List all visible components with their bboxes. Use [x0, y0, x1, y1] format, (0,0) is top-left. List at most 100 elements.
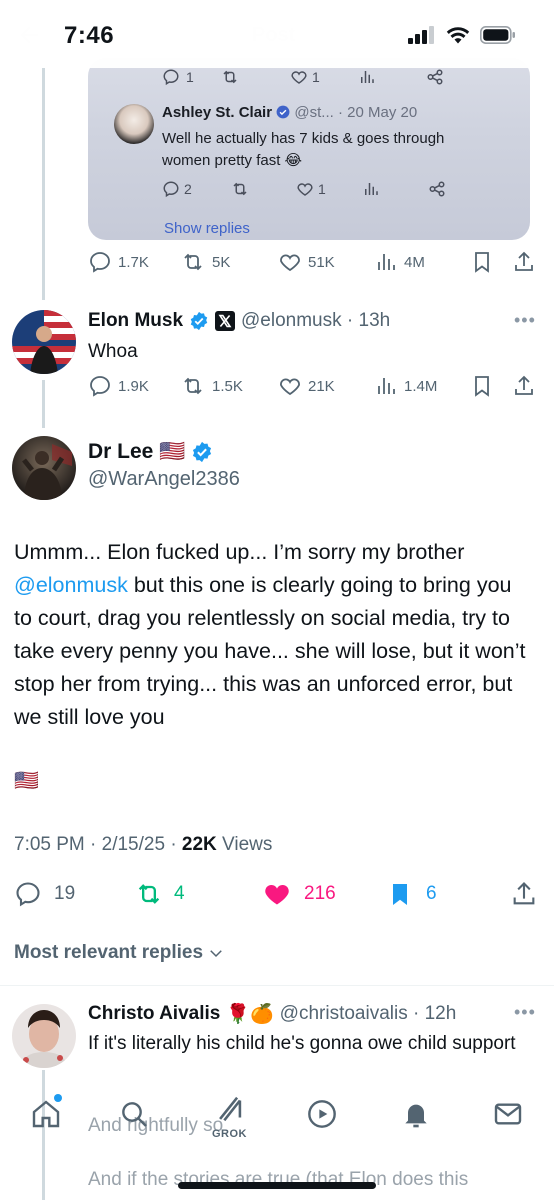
search-tab[interactable]: [118, 1098, 150, 1135]
reply-icon: [90, 376, 110, 397]
reply-text: If it's literally his child he's gonna o…: [88, 1033, 516, 1054]
more-options-icon[interactable]: •••: [514, 1002, 536, 1023]
reply-button[interactable]: 19: [14, 880, 75, 908]
retweet-button[interactable]: 1.5K: [180, 374, 243, 398]
bookmark-filled-icon: [393, 884, 407, 905]
quoted-reply-stat: 2: [162, 180, 192, 198]
battery-icon: [480, 26, 515, 44]
reply-header: Christo Aivalis 🌹🍊 @christoaivalis · 12h: [88, 1002, 456, 1026]
reply-count: 19: [54, 883, 76, 904]
like-button[interactable]: 51K: [278, 250, 335, 274]
quoted-author-row: Ashley St. Clair @st... · 20 May 20: [162, 104, 417, 121]
views-chart-icon: [365, 183, 378, 195]
quoted-text: Well he actually has 7 kids & goes throu…: [162, 130, 445, 169]
thread-line: [42, 380, 45, 428]
replies-sort-dropdown[interactable]: Most relevant replies: [14, 942, 225, 964]
cellular-signal-icon: [408, 26, 434, 44]
quoted-top-share-stat: [426, 68, 444, 86]
retweet-count: 1.5K: [212, 377, 243, 395]
views-button[interactable]: 4M: [374, 250, 425, 274]
reply-author-emoji: 🌹🍊: [226, 1004, 274, 1025]
share-nodes-icon: [429, 181, 445, 197]
heart-icon: [291, 71, 307, 84]
quoted-top-retweet-stat: [220, 68, 240, 86]
verified-badge-icon: [276, 105, 290, 119]
quoted-show-replies-link: Show replies: [164, 220, 250, 237]
notifications-tab[interactable]: [400, 1098, 432, 1135]
elon-handle-time: @elonmusk · 13h: [241, 310, 391, 331]
messages-tab[interactable]: [492, 1098, 524, 1135]
home-icon: [32, 1100, 60, 1128]
dr-lee-avatar[interactable]: [12, 436, 76, 500]
reply-button[interactable]: 1.9K: [88, 374, 149, 398]
share-button[interactable]: [510, 880, 538, 908]
retweet-icon: [233, 182, 247, 196]
reply-author-name[interactable]: Christo Aivalis: [88, 1003, 220, 1025]
envelope-icon: [494, 1103, 522, 1125]
bottom-navigation: [0, 1088, 554, 1148]
like-button[interactable]: 216: [262, 880, 336, 908]
thread-line: [42, 68, 45, 300]
quoted-author-name: Ashley St. Clair: [162, 104, 273, 121]
grok-tab[interactable]: [212, 1092, 248, 1131]
bookmark-count: 6: [426, 883, 437, 904]
quoted-author-handle: @st...: [294, 104, 334, 121]
share-button[interactable]: [512, 374, 536, 398]
like-button[interactable]: 21K: [278, 374, 335, 398]
home-tab[interactable]: [30, 1098, 62, 1135]
retweet-icon: [138, 884, 160, 904]
x-logo-icon: [215, 311, 236, 331]
main-text-part-1: Ummm... Elon fucked up... I’m sorry my b…: [14, 540, 465, 564]
replies-sort-label: Most relevant replies: [14, 942, 204, 963]
grok-icon: [219, 1096, 242, 1122]
reply-icon: [163, 69, 179, 86]
bookmark-button[interactable]: [470, 374, 494, 398]
parent-tweet-actions: 1.7K 5K 51K 4M: [88, 250, 540, 280]
main-author-handle[interactable]: @WarAngel2386: [88, 468, 240, 491]
bookmark-button[interactable]: 6: [388, 880, 437, 908]
reply-button[interactable]: 1.7K: [88, 250, 149, 274]
quoted-top-views-stat: [358, 68, 376, 86]
retweet-button[interactable]: 4: [134, 880, 185, 908]
home-notification-dot: [54, 1094, 62, 1102]
quoted-top-likes: 1: [312, 69, 320, 85]
reply-count: 1.7K: [118, 253, 149, 271]
elon-tweet-text: Whoa: [88, 341, 138, 362]
quoted-like-stat: 1: [296, 180, 326, 198]
reply-icon: [16, 882, 40, 907]
quoted-top-replies: 1: [186, 69, 194, 85]
reply-icon: [90, 252, 110, 273]
status-bar: 7:46: [0, 0, 554, 68]
views-button[interactable]: 1.4M: [374, 374, 437, 398]
views-count[interactable]: 22K: [182, 834, 217, 855]
quoted-views-stat: [362, 180, 380, 198]
share-icon: [513, 882, 535, 905]
elon-avatar[interactable]: [12, 310, 76, 374]
verified-badge-icon: [190, 311, 208, 331]
like-count: 51K: [308, 253, 335, 271]
status-time: 7:46: [64, 22, 115, 49]
more-options-icon[interactable]: •••: [514, 310, 536, 331]
video-tab[interactable]: [306, 1098, 338, 1135]
search-icon: [122, 1102, 147, 1127]
share-icon: [515, 375, 533, 395]
bookmark-icon: [475, 376, 489, 397]
reply-icon: [163, 181, 179, 198]
quoted-image-card[interactable]: 1 1 Ashley St. Clair @st... · 20 May 20 …: [88, 58, 530, 240]
elon-name[interactable]: Elon Musk: [88, 310, 183, 332]
retweet-icon: [184, 253, 202, 271]
home-indicator[interactable]: [178, 1182, 376, 1189]
main-author-name-row[interactable]: Dr Lee 🇺🇸: [88, 440, 213, 464]
reply-author-avatar[interactable]: [12, 1004, 76, 1068]
views-chart-icon: [378, 378, 395, 394]
heart-icon: [280, 378, 300, 396]
bookmark-icon: [475, 252, 489, 273]
heart-icon: [297, 183, 313, 196]
like-count: 216: [304, 883, 336, 904]
retweet-button[interactable]: 5K: [180, 250, 230, 274]
bell-icon: [405, 1104, 427, 1128]
retweet-count: 4: [174, 883, 185, 904]
share-button[interactable]: [512, 250, 536, 274]
mention-link[interactable]: @elonmusk: [14, 573, 128, 597]
bookmark-button[interactable]: [470, 250, 494, 274]
